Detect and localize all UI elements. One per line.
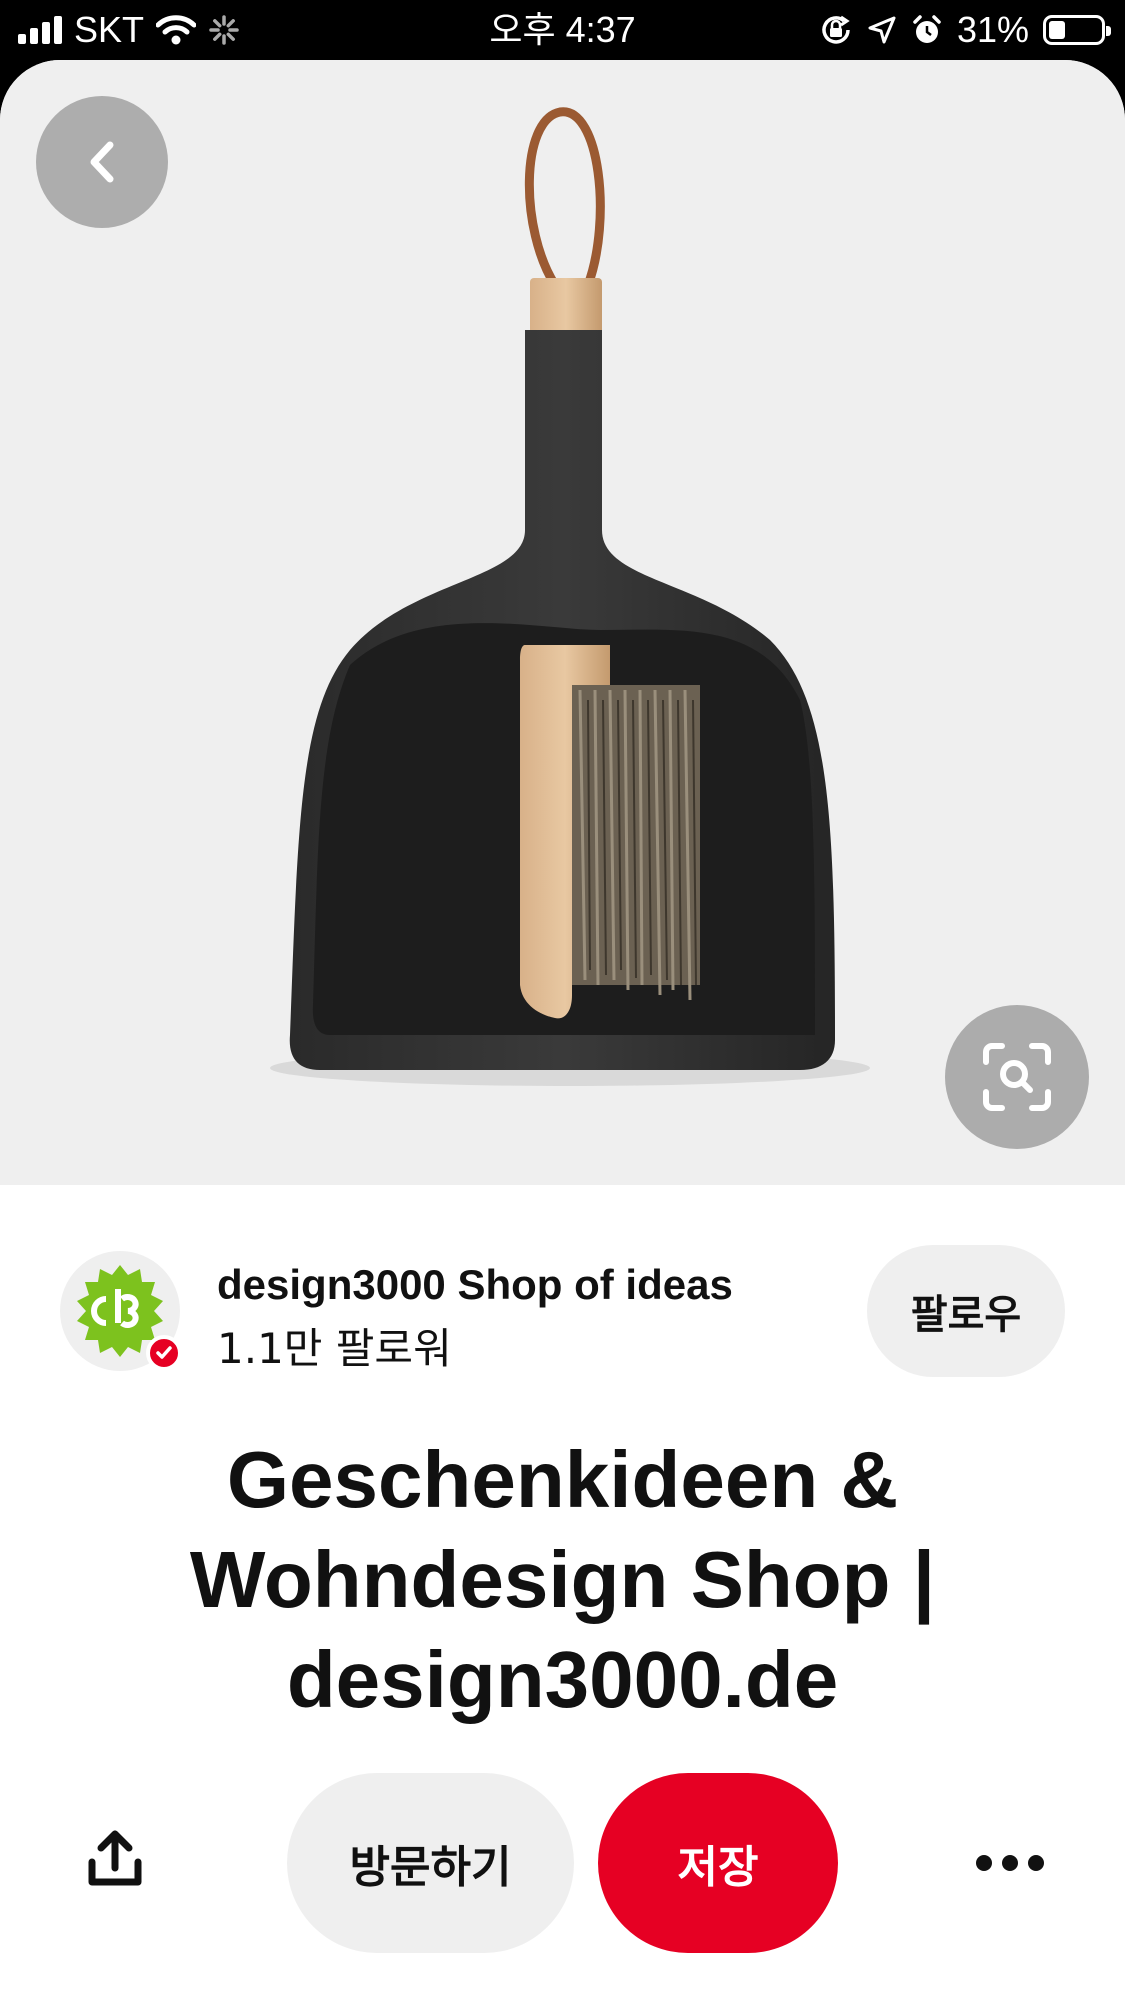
creator-name[interactable]: design3000 Shop of ideas — [217, 1261, 733, 1309]
visit-button[interactable]: 방문하기 — [287, 1773, 574, 1953]
alarm-icon — [913, 15, 941, 43]
status-right: 31% — [819, 9, 1111, 50]
verified-badge-icon — [146, 1335, 182, 1371]
visual-search-button[interactable] — [945, 1005, 1089, 1149]
status-bar: SKT 오후 4:37 31% — [0, 0, 1125, 60]
creator-followers: 1.1만 팔로워 — [217, 1324, 452, 1373]
carrier-label: SKT — [74, 9, 145, 50]
visual-search-icon — [983, 1043, 1051, 1111]
signal-icon — [18, 16, 62, 44]
orientation-lock-icon — [822, 15, 850, 44]
action-bar: 방문하기 저장 — [0, 1773, 1125, 1953]
battery-icon — [1043, 15, 1111, 45]
location-icon — [868, 16, 896, 44]
save-button[interactable]: 저장 — [598, 1773, 838, 1953]
wifi-icon — [156, 15, 197, 45]
creator-row: design3000 Shop of ideas 1.1만 팔로워 팔로우 — [0, 1245, 1125, 1385]
share-button[interactable] — [70, 1813, 160, 1903]
battery-fill — [1049, 21, 1065, 39]
status-left: SKT — [18, 10, 240, 50]
dustpan-brush-image — [270, 107, 870, 1086]
follow-button[interactable]: 팔로우 — [867, 1245, 1065, 1377]
creator-avatar-wrap[interactable] — [60, 1251, 182, 1371]
share-icon — [88, 1830, 142, 1886]
pin-title: Geschenkideen & Wohndesign Shop | design… — [189, 1435, 936, 1724]
more-icon[interactable] — [960, 1828, 1060, 1898]
battery-percent: 31% — [956, 9, 1029, 50]
back-button[interactable] — [36, 96, 168, 228]
pin-sheet: design3000 Shop of ideas 1.1만 팔로워 팔로우 Ge… — [0, 60, 1125, 2001]
pin-image[interactable] — [0, 60, 1125, 1185]
activity-spinner-icon — [209, 15, 239, 45]
chevron-left-icon — [90, 141, 114, 183]
